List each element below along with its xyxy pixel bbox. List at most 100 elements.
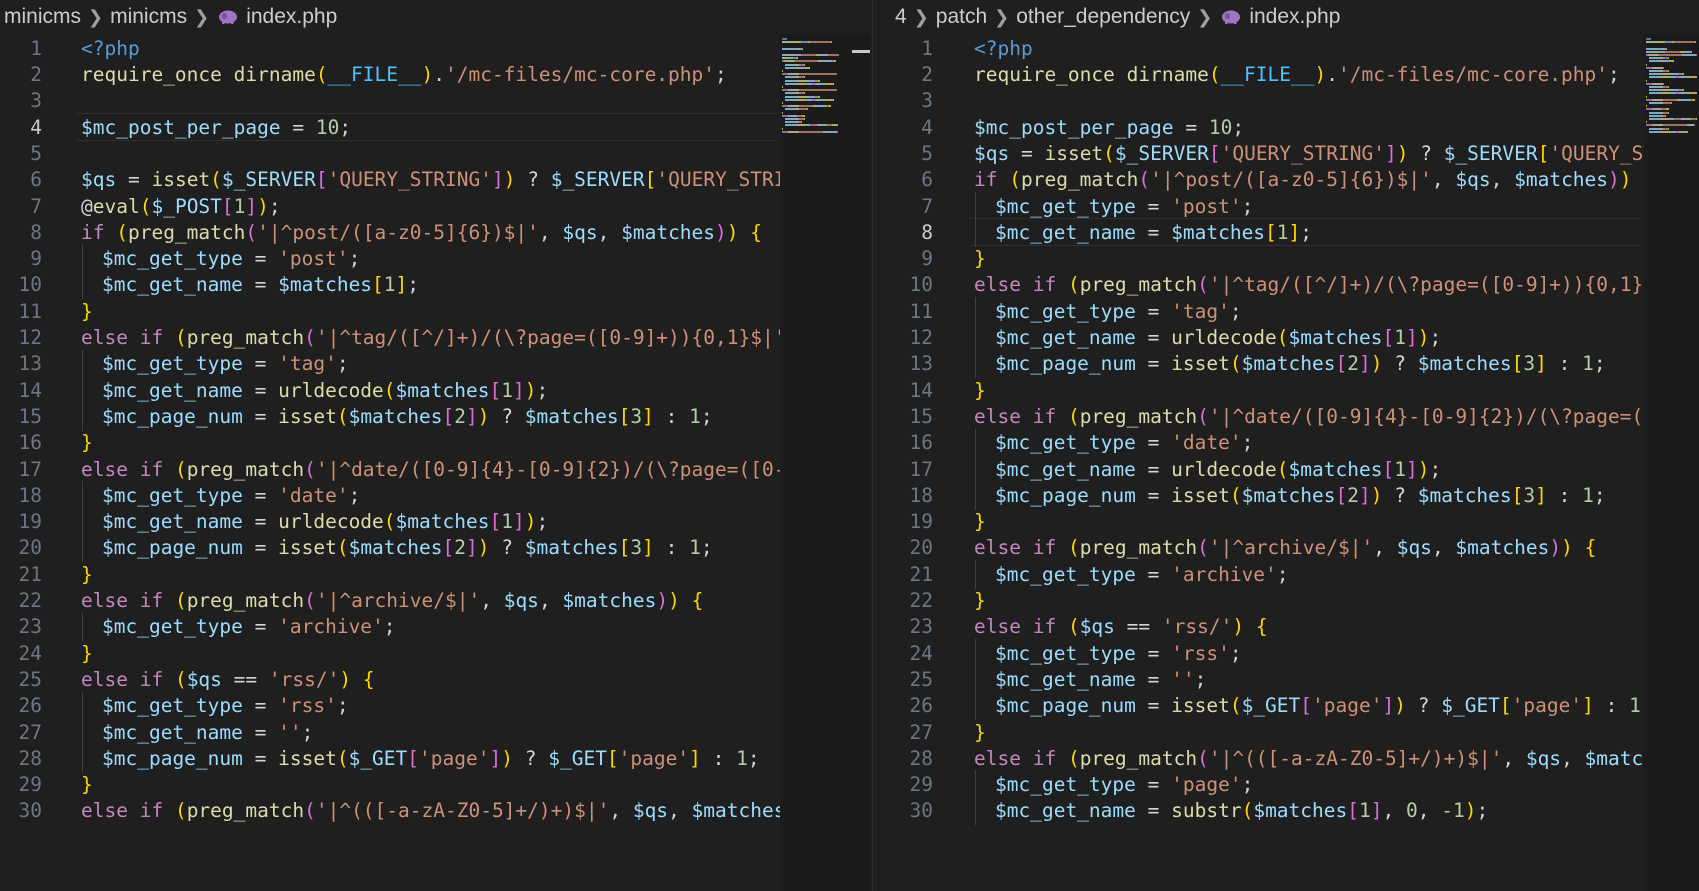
code-line[interactable]: 1 <?php <box>873 34 1644 63</box>
line-number[interactable]: 12 <box>0 326 42 349</box>
breadcrumb-file[interactable]: index.php <box>1249 5 1340 29</box>
line-number[interactable]: 10 <box>0 273 42 296</box>
line-number[interactable]: 3 <box>0 89 42 112</box>
line-number[interactable]: 7 <box>873 195 933 218</box>
breadcrumb-item[interactable]: other_dependency <box>1016 5 1190 29</box>
line-number[interactable]: 26 <box>0 694 42 717</box>
code-text[interactable]: $qs = isset($_SERVER['QUERY_STRING']) ? … <box>81 168 797 191</box>
code-line[interactable]: 9} <box>873 244 1644 273</box>
line-number[interactable]: 6 <box>0 168 42 191</box>
code-text[interactable]: } <box>81 642 93 665</box>
code-text[interactable]: $mc_get_name = $matches[1]; <box>102 273 419 296</box>
line-number[interactable]: 11 <box>873 300 933 323</box>
code-line[interactable]: 7 $mc_get_type = 'post'; <box>873 191 1644 221</box>
code-text[interactable]: $mc_get_type = 'page'; <box>995 773 1253 796</box>
code-text[interactable]: } <box>974 721 986 744</box>
code-text[interactable]: $mc_page_num = isset($matches[2]) ? $mat… <box>995 484 1606 507</box>
code-line[interactable]: 21} <box>0 560 780 589</box>
code-line[interactable]: 14} <box>873 376 1644 405</box>
line-number[interactable]: 8 <box>873 221 933 244</box>
line-number[interactable]: 8 <box>0 221 42 244</box>
line-number[interactable]: 2 <box>873 63 933 86</box>
minimap[interactable] <box>1644 34 1699 891</box>
code-text[interactable]: require_once dirname(__FILE__).'/mc-file… <box>974 63 1620 86</box>
line-number[interactable]: 21 <box>0 563 42 586</box>
line-number[interactable]: 27 <box>0 721 42 744</box>
code-line[interactable]: 26 $mc_page_num = isset($_GET['page']) ? … <box>873 691 1653 720</box>
code-line[interactable]: 12 $mc_get_name = urldecode($matches[1]); <box>873 323 1644 352</box>
line-number[interactable]: 17 <box>0 458 42 481</box>
code-editor[interactable]: 1 <?php 2 require_once dirname(__FILE__).'/… <box>873 34 1699 891</box>
line-number[interactable]: 9 <box>0 247 42 270</box>
line-number[interactable]: 18 <box>873 484 933 507</box>
code-line[interactable]: 14 $mc_get_name = urldecode($matches[1]); <box>0 375 780 405</box>
code-text[interactable]: if (preg_match('|^post/([a-z0-5]{6})$|',… <box>81 221 762 244</box>
scrollbar-marker[interactable] <box>852 50 870 53</box>
code-line[interactable]: 18 $mc_page_num = isset($matches[2]) ? $m… <box>873 481 1644 510</box>
code-text[interactable]: else if (preg_match('|^archive/$|', $qs,… <box>81 589 703 612</box>
code-text[interactable]: $mc_get_type = 'rss'; <box>995 642 1242 665</box>
line-number[interactable]: 15 <box>873 405 933 428</box>
line-number[interactable]: 29 <box>0 773 42 796</box>
code-text[interactable]: $mc_get_type = 'rss'; <box>102 694 349 717</box>
code-text[interactable]: } <box>81 300 93 323</box>
code-line[interactable]: 25 $mc_get_name = ''; <box>873 665 1644 694</box>
code-text[interactable]: else if ($qs == 'rss/') { <box>81 668 375 691</box>
code-line[interactable]: 22} <box>873 586 1644 615</box>
code-line[interactable]: 24} <box>0 639 780 668</box>
code-text[interactable]: $mc_get_name = ''; <box>995 668 1206 691</box>
code-line[interactable]: 27} <box>873 718 1644 747</box>
code-line[interactable]: 16 $mc_get_type = 'date'; <box>873 428 1644 457</box>
code-line[interactable]: 22 else if (preg_match('|^archive/$|', $q… <box>0 586 780 615</box>
line-number[interactable]: 24 <box>0 642 42 665</box>
code-text[interactable]: $mc_get_name = urldecode($matches[1]); <box>102 379 548 402</box>
code-text[interactable]: $qs = isset($_SERVER['QUERY_STRING']) ? … <box>974 142 1690 165</box>
line-number[interactable]: 25 <box>873 668 933 691</box>
code-line[interactable]: 15 $mc_page_num = isset($matches[2]) ? $m… <box>0 402 780 431</box>
code-line[interactable]: 26 $mc_get_type = 'rss'; <box>0 691 780 720</box>
code-line[interactable]: 17 else if (preg_match('|^date/([0-9]{4}-… <box>0 455 798 484</box>
line-number[interactable]: 30 <box>873 799 933 822</box>
code-text[interactable]: $mc_page_num = isset($matches[2]) ? $mat… <box>995 352 1606 375</box>
code-line[interactable]: 29} <box>0 770 780 799</box>
line-number[interactable]: 28 <box>0 747 42 770</box>
code-line[interactable]: 30 else if (preg_match('|^(([-a-zA-Z0-5]+… <box>0 797 798 826</box>
code-line[interactable]: 9 $mc_get_type = 'post'; <box>0 244 780 273</box>
line-number[interactable]: 7 <box>0 195 42 218</box>
code-text[interactable]: $mc_get_type = 'archive'; <box>102 615 396 638</box>
code-text[interactable]: $mc_get_type = 'archive'; <box>995 563 1289 586</box>
code-line[interactable]: 3 <box>0 87 780 116</box>
line-number[interactable]: 10 <box>873 273 933 296</box>
line-number[interactable]: 2 <box>0 63 42 86</box>
code-text[interactable]: $mc_get_type = 'post'; <box>102 247 360 270</box>
code-text[interactable]: $mc_page_num = isset($_GET['page']) ? $_… <box>995 694 1653 717</box>
line-number[interactable]: 17 <box>873 458 933 481</box>
line-number[interactable]: 24 <box>873 642 933 665</box>
code-text[interactable]: $mc_get_name = urldecode($matches[1]); <box>102 510 548 533</box>
line-number[interactable]: 5 <box>873 142 933 165</box>
code-line[interactable]: 28 $mc_page_num = isset($_GET['page']) ? … <box>0 744 780 773</box>
code-line[interactable]: 5 <box>0 139 780 168</box>
code-text[interactable]: else if ($qs == 'rss/') { <box>974 615 1268 638</box>
breadcrumb-file[interactable]: index.php <box>246 5 337 29</box>
line-number[interactable]: 30 <box>0 799 42 822</box>
line-number[interactable]: 14 <box>0 379 42 402</box>
code-line[interactable]: 18 $mc_get_type = 'date'; <box>0 481 780 510</box>
code-text[interactable]: $mc_get_name = ''; <box>102 721 313 744</box>
code-line[interactable]: 20 $mc_page_num = isset($matches[2]) ? $m… <box>0 533 780 563</box>
code-line[interactable]: 8 if (preg_match('|^post/([a-z0-5]{6})$|'… <box>0 218 780 247</box>
code-text[interactable]: $mc_page_num = isset($_GET['page']) ? $_… <box>102 747 760 770</box>
code-text[interactable]: else if (preg_match('|^(([-a-zA-Z0-5]+/)… <box>974 747 1690 770</box>
code-line[interactable]: 24 $mc_get_type = 'rss'; <box>873 638 1644 668</box>
line-number[interactable]: 5 <box>0 142 42 165</box>
code-text[interactable]: } <box>974 247 986 270</box>
code-line[interactable]: 8 $mc_get_name = $matches[1]; <box>873 218 1644 247</box>
code-text[interactable]: } <box>974 379 986 402</box>
code-line[interactable]: 4 $mc_post_per_page = 10; <box>873 113 1644 142</box>
code-line[interactable]: 28 else if (preg_match('|^(([-a-zA-Z0-5]+… <box>873 744 1691 773</box>
code-line[interactable]: 10 else if (preg_match('|^tag/([^/]+)/(\?… <box>873 271 1691 300</box>
line-number[interactable]: 13 <box>0 352 42 375</box>
line-number[interactable]: 9 <box>873 247 933 270</box>
line-number[interactable]: 18 <box>0 484 42 507</box>
left-editor-pane[interactable]: minicms ❯ minicms ❯ index.php 1 <?php 2 req… <box>0 0 872 891</box>
